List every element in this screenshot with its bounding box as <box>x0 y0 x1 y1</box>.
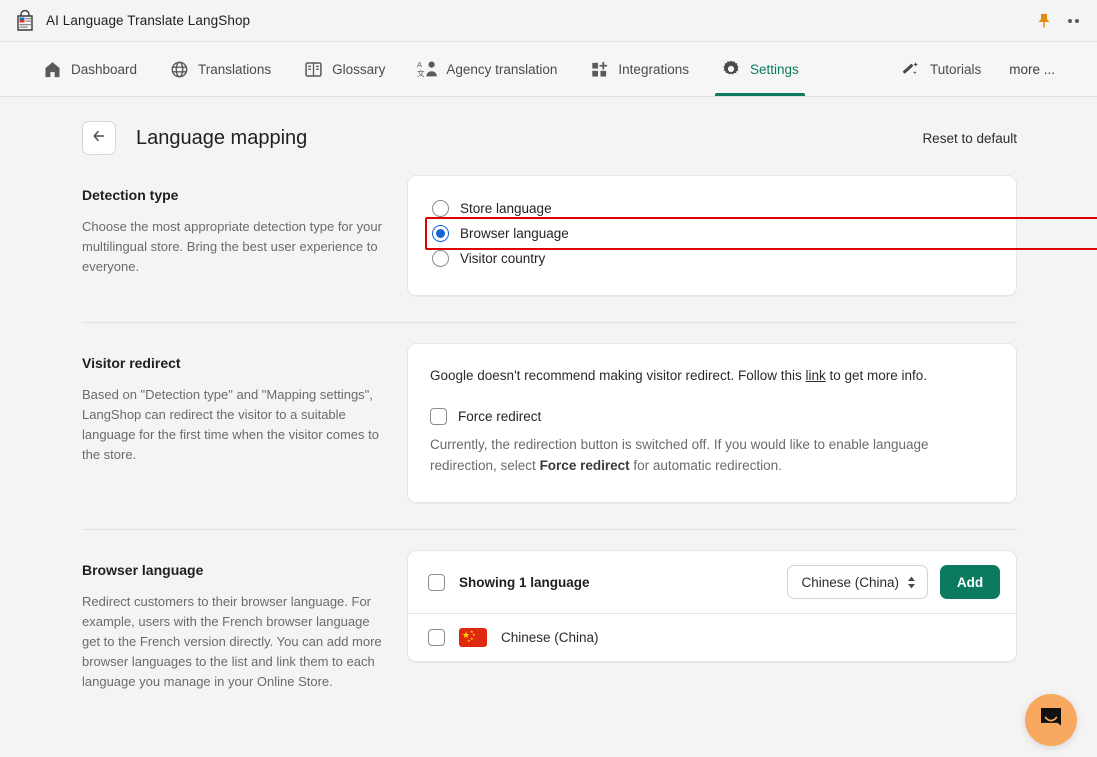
force-redirect-checkbox[interactable] <box>430 408 447 425</box>
visitor-redirect-card: Google doesn't recommend making visitor … <box>407 343 1017 503</box>
showing-count-label: Showing 1 language <box>459 574 590 590</box>
title-bar: AI Language Translate LangShop <box>0 0 1097 42</box>
gear-icon <box>721 59 741 79</box>
force-redirect-label: Force redirect <box>458 409 542 424</box>
nav-label: Tutorials <box>929 61 982 77</box>
language-select[interactable]: Chinese (China) <box>787 565 928 599</box>
browser-language-card: Showing 1 language Chinese (China) Add ★… <box>407 550 1017 662</box>
app-title: AI Language Translate LangShop <box>46 13 251 28</box>
nav-label: Integrations <box>618 61 689 77</box>
intercom-chat-icon <box>1038 705 1064 736</box>
browser-language-side: Browser language Redirect customers to t… <box>82 550 382 692</box>
radio-button[interactable] <box>432 250 449 267</box>
radio-store-language[interactable]: Store language <box>432 196 992 221</box>
language-name: Chinese (China) <box>501 630 599 645</box>
book-icon <box>303 59 323 79</box>
visitor-redirect-side: Visitor redirect Based on "Detection typ… <box>82 343 382 465</box>
section-detection-type: Detection type Choose the most appropria… <box>0 175 1097 296</box>
force-redirect-checkbox-row[interactable]: Force redirect <box>430 408 992 425</box>
nav-item-integrations[interactable]: Integrations <box>573 42 705 96</box>
reset-to-default-button[interactable]: Reset to default <box>922 131 1017 146</box>
note-bold: Force redirect <box>539 458 630 473</box>
chat-widget-button[interactable] <box>1025 694 1077 746</box>
browser-language-heading: Browser language <box>82 562 204 578</box>
visitor-redirect-heading: Visitor redirect <box>82 355 181 371</box>
radio-label: Store language <box>460 201 552 216</box>
nav-label: Translations <box>198 61 272 77</box>
svg-text:文: 文 <box>417 68 425 78</box>
section-visitor-redirect: Visitor redirect Based on "Detection typ… <box>0 343 1097 503</box>
detection-type-card: Store language Browser language Visitor … <box>407 175 1097 296</box>
more-info-link[interactable]: link <box>805 368 825 383</box>
language-list-row[interactable]: ★ ★ ★ ★ ★ Chinese (China) <box>408 614 1016 661</box>
section-divider <box>82 322 1017 323</box>
language-select-value: Chinese (China) <box>801 574 899 590</box>
app-icon <box>14 9 36 32</box>
detection-type-description: Choose the most appropriate detection ty… <box>82 219 382 274</box>
nav-item-agency-translation[interactable]: A 文 Agency translation <box>401 42 573 96</box>
section-divider <box>82 529 1017 530</box>
add-language-button[interactable]: Add <box>940 565 1000 599</box>
home-icon <box>42 59 62 79</box>
radio-visitor-country[interactable]: Visitor country <box>432 246 992 271</box>
google-notice: Google doesn't recommend making visitor … <box>430 366 992 386</box>
nav-item-translations[interactable]: Translations <box>153 42 287 96</box>
detection-type-side: Detection type Choose the most appropria… <box>82 175 382 277</box>
radio-browser-language[interactable]: Browser language <box>425 217 1097 250</box>
select-all-checkbox[interactable] <box>428 573 445 591</box>
globe-icon <box>169 59 189 79</box>
radio-label: Browser language <box>460 226 569 241</box>
radio-button-selected[interactable] <box>432 225 449 242</box>
detection-type-heading: Detection type <box>82 187 179 203</box>
active-tab-indicator <box>714 93 805 96</box>
force-redirect-note: Currently, the redirection button is swi… <box>430 434 992 476</box>
page-header: Language mapping Reset to default <box>0 97 1097 155</box>
pin-icon[interactable] <box>1036 12 1052 30</box>
nav-label: Dashboard <box>71 61 138 77</box>
notice-text-after: to get more info. <box>825 368 928 383</box>
nav-item-tutorials[interactable]: Tutorials <box>885 42 997 96</box>
more-options-icon[interactable] <box>1068 18 1079 23</box>
visitor-redirect-description: Based on "Detection type" and "Mapping s… <box>82 387 379 462</box>
row-checkbox[interactable] <box>428 629 445 646</box>
nav-item-glossary[interactable]: Glossary <box>287 42 401 96</box>
nav-item-settings[interactable]: Settings <box>705 42 815 96</box>
page-title: Language mapping <box>136 126 308 149</box>
magic-wand-icon <box>901 59 921 79</box>
nav-more-button[interactable]: more ... <box>997 42 1067 96</box>
arrow-left-icon <box>91 128 107 149</box>
main-navigation: Dashboard Translations Glossary A 文 Agen… <box>0 42 1097 97</box>
notice-text-before: Google doesn't recommend making visitor … <box>430 368 806 383</box>
radio-button[interactable] <box>432 200 449 217</box>
chevron-updown-icon <box>907 576 916 589</box>
back-button[interactable] <box>82 121 116 155</box>
nav-label: Agency translation <box>446 61 558 77</box>
page-content: Language mapping Reset to default Detect… <box>0 97 1097 756</box>
china-flag-icon: ★ ★ ★ ★ ★ <box>459 628 487 647</box>
section-browser-language: Browser language Redirect customers to t… <box>0 550 1097 692</box>
browser-language-description: Redirect customers to their browser lang… <box>82 594 382 689</box>
language-list-header: Showing 1 language Chinese (China) Add <box>408 551 1016 614</box>
nav-item-dashboard[interactable]: Dashboard <box>34 42 153 96</box>
translate-person-icon: A 文 <box>417 59 438 79</box>
note-part-2: for automatic redirection. <box>629 458 782 473</box>
svg-text:A: A <box>417 60 422 69</box>
radio-label: Visitor country <box>460 251 546 266</box>
nav-label: Glossary <box>332 61 386 77</box>
grid-plus-icon <box>589 59 609 79</box>
nav-label: Settings <box>749 61 799 77</box>
